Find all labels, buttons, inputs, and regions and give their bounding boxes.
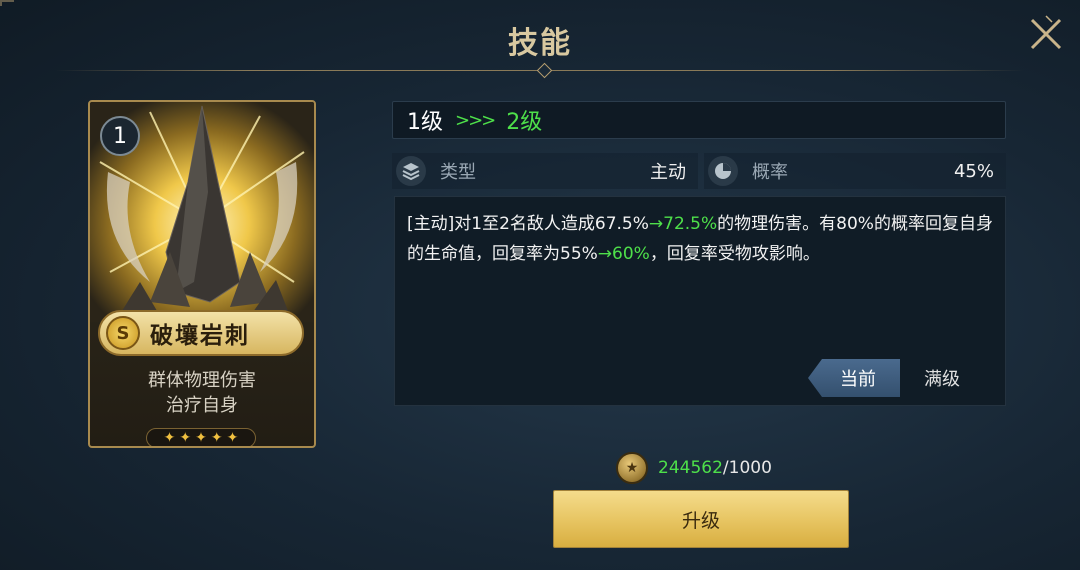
tab-max-level[interactable]: 满级: [900, 359, 984, 397]
desc-part-1: [主动]对1至2名敌人造成67.5%: [407, 214, 649, 234]
upgrade-cost: ★ 244562 /1000: [616, 452, 772, 484]
window-corner-ornament: [0, 0, 14, 6]
skill-card[interactable]: 1 S 破壤岩刺 群体物理伤害 治疗自身 ✦ ✦ ✦ ✦ ✦: [88, 100, 316, 448]
upgrade-button[interactable]: 升级: [553, 490, 849, 548]
title-diamond-ornament: [536, 62, 553, 79]
stat-rate-value: 45%: [953, 160, 994, 182]
star-icon: ✦: [210, 430, 223, 446]
level-progress-bar: 1级 >>> 2级: [392, 101, 1006, 139]
card-name-plate: S 破壤岩刺: [98, 310, 304, 356]
close-button[interactable]: [1026, 14, 1066, 54]
pie-icon: [708, 156, 738, 186]
card-level-badge: 1: [100, 116, 140, 156]
desc-upgrade-1: →72.5%: [648, 214, 718, 234]
stat-type-label: 类型: [440, 162, 476, 183]
skill-description: [主动]对1至2名敌人造成67.5%→72.5%的物理伤害。有80%的概率回复自…: [407, 209, 1001, 269]
close-icon: [1030, 15, 1062, 50]
star-rating: ✦ ✦ ✦ ✦ ✦: [146, 428, 256, 446]
star-icon: ✦: [195, 430, 207, 446]
desc-upgrade-2: →60%: [597, 244, 650, 264]
desc-part-3: ，回复率受物攻影响。: [649, 244, 820, 264]
star-icon: ✦: [163, 430, 176, 446]
level-to: 2级: [506, 110, 543, 135]
rank-s-icon: S: [106, 316, 140, 350]
skill-name: 破壤岩刺: [150, 323, 250, 349]
card-desc-line-1: 群体物理伤害: [148, 370, 256, 391]
card-desc-line-2: 治疗自身: [166, 395, 238, 416]
star-icon: ✦: [179, 430, 192, 446]
level-from: 1级: [407, 110, 443, 135]
page-title: 技能: [508, 26, 572, 61]
cost-required: /1000: [722, 458, 772, 478]
star-icon: ✦: [226, 430, 239, 446]
stat-type-row: 类型 主动: [392, 153, 698, 189]
stat-rate-label: 概率: [752, 162, 788, 183]
card-description: 群体物理伤害 治疗自身: [90, 368, 314, 418]
stat-type-value: 主动: [650, 162, 686, 183]
stat-rate-row: 概率 45%: [704, 153, 1006, 189]
cost-owned: 244562: [658, 458, 723, 478]
tab-current[interactable]: 当前: [808, 359, 900, 397]
level-arrow-icon: >>>: [455, 109, 496, 131]
layers-icon: [396, 156, 426, 186]
coin-icon: ★: [616, 452, 648, 484]
